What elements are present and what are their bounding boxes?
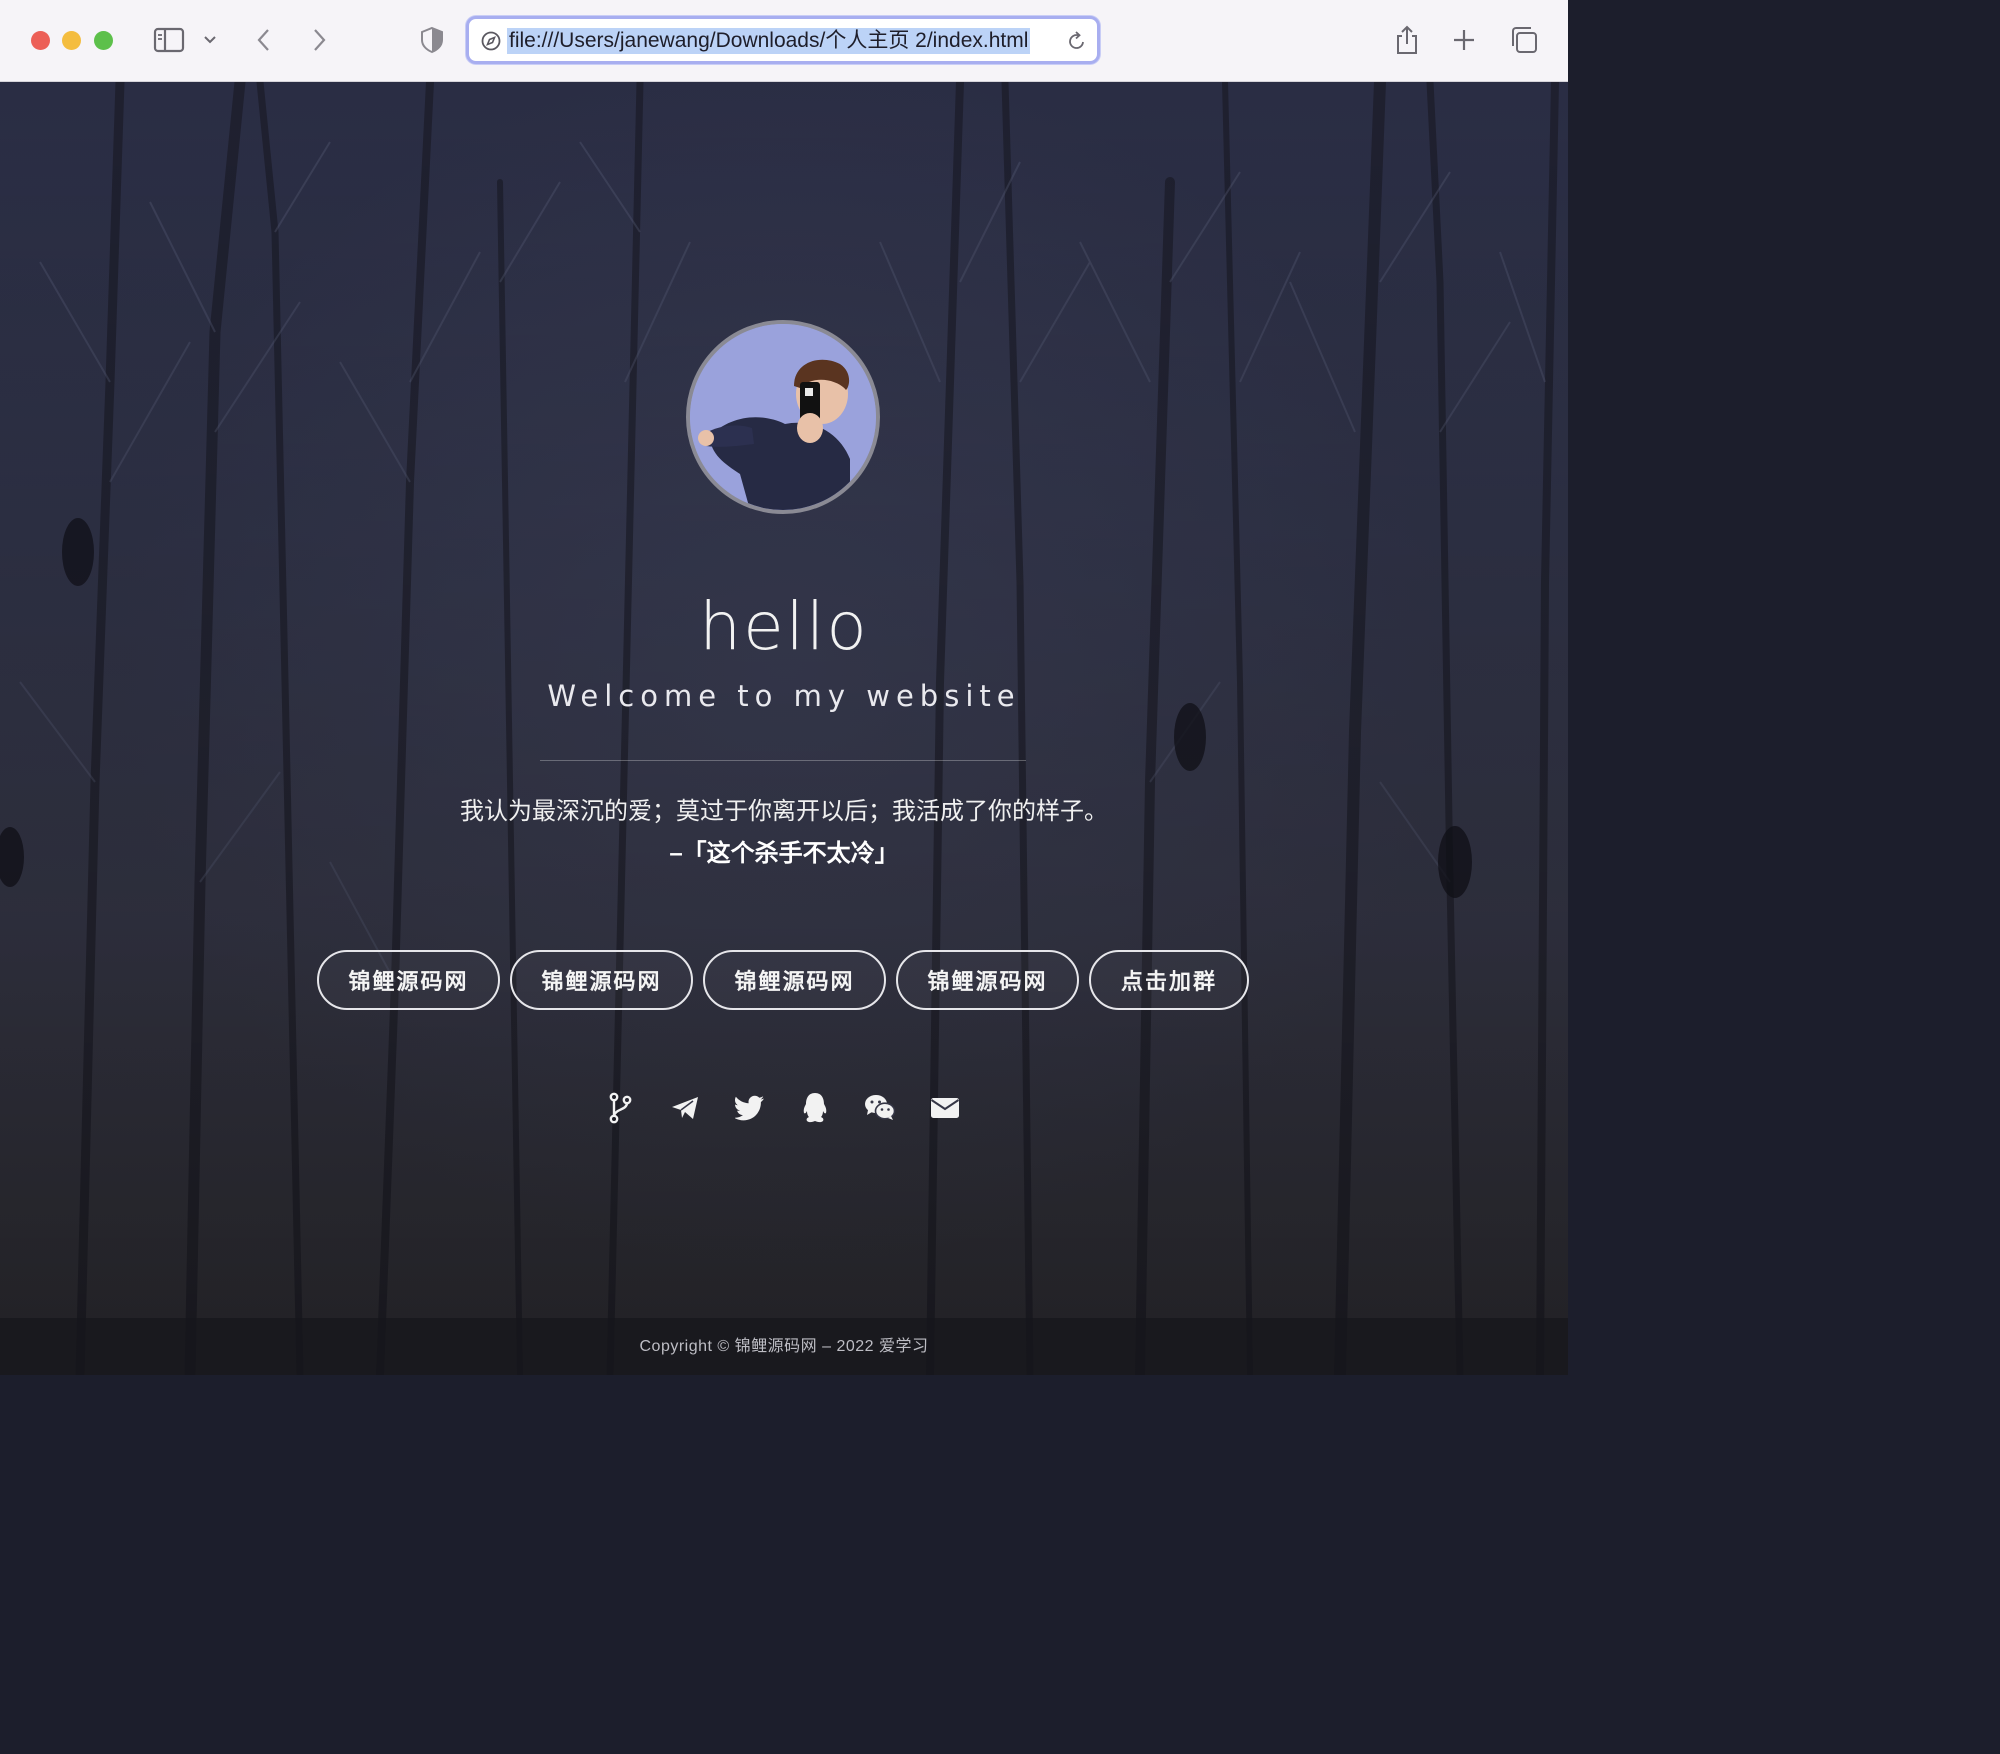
minimize-window-button[interactable] — [62, 31, 81, 50]
address-bar[interactable]: file:///Users/janewang/Downloads/个人主页 2/… — [466, 16, 1100, 64]
social-links — [604, 1090, 961, 1126]
qq-icon — [803, 1093, 827, 1123]
quote-source: –「这个杀手不太冷」 — [669, 840, 899, 867]
wechat-link[interactable] — [864, 1092, 896, 1124]
chevron-left-icon — [257, 29, 269, 51]
zoom-window-button[interactable] — [94, 31, 113, 50]
email-link[interactable] — [929, 1092, 961, 1124]
hero-title: hello — [699, 588, 869, 665]
homepage: hello Welcome to my website 我认为最深沉的爱；莫过于… — [0, 82, 1568, 1375]
reload-icon[interactable] — [1067, 30, 1087, 52]
url-text[interactable]: file:///Users/janewang/Downloads/个人主页 2/… — [507, 28, 1031, 54]
link-buttons: 锦鲤源码网 锦鲤源码网 锦鲤源码网 锦鲤源码网 点击加群 — [317, 950, 1249, 1010]
tab-group-menu-button[interactable] — [200, 22, 220, 58]
avatar — [686, 320, 880, 514]
chevron-down-icon — [204, 36, 216, 44]
qq-link[interactable] — [799, 1092, 831, 1124]
footer: Copyright © 锦鲤源码网 – 2022 爱学习 — [0, 1318, 1568, 1375]
privacy-report-button[interactable] — [418, 22, 446, 58]
hero-subtitle: Welcome to my website — [547, 679, 1021, 713]
telegram-icon — [672, 1097, 698, 1119]
twitter-icon — [735, 1095, 764, 1121]
share-button[interactable] — [1392, 22, 1422, 58]
tab-overview-icon — [1512, 27, 1537, 53]
join-group-button[interactable]: 点击加群 — [1089, 950, 1249, 1010]
back-button[interactable] — [250, 22, 278, 58]
chevron-right-icon — [314, 29, 326, 51]
browser-toolbar: file:///Users/janewang/Downloads/个人主页 2/… — [0, 0, 1568, 82]
new-tab-button[interactable] — [1450, 22, 1478, 58]
sidebar-toggle-button[interactable] — [150, 22, 188, 58]
quote-text: 我认为最深沉的爱；莫过于你离开以后；我活成了你的样子。 — [460, 798, 1108, 825]
divider — [540, 760, 1026, 761]
tab-overview-button[interactable] — [1508, 22, 1540, 58]
compass-icon — [481, 31, 501, 51]
share-icon — [1397, 25, 1417, 54]
email-icon — [930, 1098, 960, 1118]
forward-button[interactable] — [305, 22, 333, 58]
link-button-3[interactable]: 锦鲤源码网 — [703, 950, 886, 1010]
git-link[interactable] — [604, 1092, 636, 1124]
twitter-link[interactable] — [734, 1092, 766, 1124]
shield-icon — [421, 26, 443, 54]
plus-icon — [1454, 30, 1474, 50]
wechat-icon — [865, 1095, 896, 1120]
avatar-photo — [690, 324, 876, 510]
copyright-text: Copyright © 锦鲤源码网 – 2022 爱学习 — [639, 1338, 929, 1355]
git-branch-icon — [609, 1092, 632, 1124]
sidebar-icon — [153, 27, 185, 53]
link-button-2[interactable]: 锦鲤源码网 — [510, 950, 693, 1010]
close-window-button[interactable] — [31, 31, 50, 50]
telegram-link[interactable] — [669, 1092, 701, 1124]
link-button-1[interactable]: 锦鲤源码网 — [317, 950, 500, 1010]
link-button-4[interactable]: 锦鲤源码网 — [896, 950, 1079, 1010]
forest-background — [0, 82, 1568, 1375]
